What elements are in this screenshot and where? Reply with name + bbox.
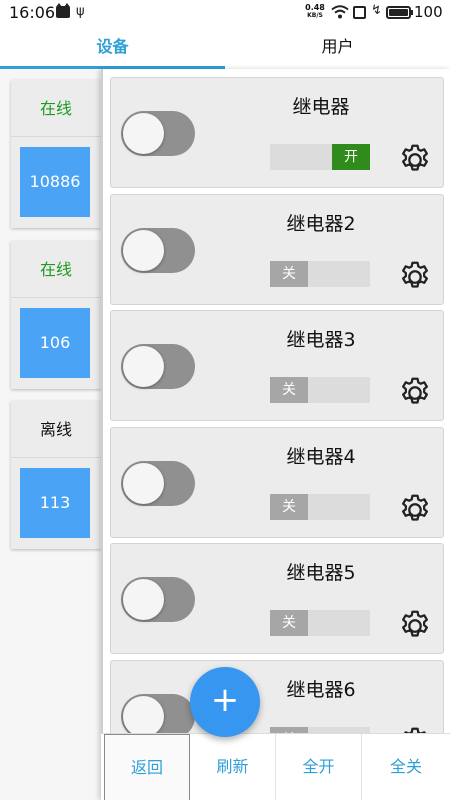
status-time: 16:06 bbox=[9, 3, 56, 22]
relay-card: 继电器3 关 bbox=[110, 310, 444, 421]
relay-state-indicator: 关 bbox=[270, 610, 370, 636]
network-speed-unit: KB/S bbox=[307, 12, 323, 19]
gear-icon[interactable] bbox=[397, 608, 433, 644]
relay-state-indicator: 关 bbox=[270, 261, 370, 287]
tab-users[interactable]: 用户 bbox=[225, 26, 450, 70]
device-id-tile[interactable]: 113 bbox=[20, 468, 90, 538]
device-card[interactable]: 离线 113 bbox=[11, 401, 101, 549]
gear-icon[interactable] bbox=[397, 375, 433, 411]
relay-state-indicator: 关 bbox=[270, 494, 370, 520]
battery-level: 100 bbox=[414, 3, 443, 21]
device-status: 在线 bbox=[11, 80, 101, 137]
switch-knob bbox=[123, 113, 164, 154]
network-speed-value: 0.48 bbox=[305, 3, 325, 12]
charging-bolt-icon: ↯ bbox=[371, 3, 382, 18]
tab-bar: 设备 用户 bbox=[0, 26, 450, 70]
tab-devices[interactable]: 设备 bbox=[0, 26, 225, 70]
device-status: 离线 bbox=[11, 401, 101, 458]
switch-knob bbox=[123, 579, 164, 620]
relay-card: 继电器2 关 bbox=[110, 194, 444, 305]
notification-cat-icon bbox=[56, 3, 70, 18]
relay-toggle-switch[interactable] bbox=[121, 577, 195, 622]
relay-toggle-switch[interactable] bbox=[121, 461, 195, 506]
status-bar: 16:06 ψ 0.48 KB/S ↯ 100 bbox=[0, 0, 450, 26]
switch-knob bbox=[123, 463, 164, 504]
relay-state-on: 开 bbox=[332, 144, 370, 170]
refresh-button[interactable]: 刷新 bbox=[190, 734, 276, 800]
relay-card: 继电器4 关 bbox=[110, 427, 444, 538]
battery-tip bbox=[411, 10, 413, 15]
relay-toggle-switch[interactable] bbox=[121, 111, 195, 156]
bottom-button-bar: 返回 刷新 全开 全关 bbox=[101, 733, 450, 800]
gear-icon[interactable] bbox=[397, 492, 433, 528]
relay-state-off: 关 bbox=[270, 261, 308, 287]
device-id-tile[interactable]: 10886 bbox=[20, 147, 90, 217]
all-on-button[interactable]: 全开 bbox=[276, 734, 362, 800]
sim-icon bbox=[353, 6, 366, 19]
all-off-button[interactable]: 全关 bbox=[362, 734, 450, 800]
relay-panel: 继电器 开 继电器2 关 继电器3 关 继电器4 关 继电器5 关 继电器6 bbox=[101, 69, 450, 800]
relay-name: 继电器3 bbox=[286, 329, 356, 351]
switch-knob bbox=[123, 696, 164, 737]
relay-card: 继电器 开 bbox=[110, 77, 444, 188]
relay-state-indicator: 开 bbox=[270, 144, 370, 170]
add-fab-button[interactable]: + bbox=[190, 667, 260, 737]
relay-card: 继电器5 关 bbox=[110, 543, 444, 654]
device-card[interactable]: 在线 106 bbox=[11, 241, 101, 389]
relay-name: 继电器 bbox=[292, 96, 350, 118]
relay-state-off: 关 bbox=[270, 610, 308, 636]
relay-state-off: 关 bbox=[270, 494, 308, 520]
relay-name: 继电器2 bbox=[286, 213, 356, 235]
switch-knob bbox=[123, 346, 164, 387]
gear-icon[interactable] bbox=[397, 142, 433, 178]
switch-knob bbox=[123, 230, 164, 271]
relay-name: 继电器4 bbox=[286, 446, 356, 468]
relay-toggle-switch[interactable] bbox=[121, 228, 195, 273]
gear-icon[interactable] bbox=[397, 259, 433, 295]
network-speed: 0.48 KB/S bbox=[303, 3, 327, 19]
device-card[interactable]: 在线 10886 bbox=[11, 80, 101, 228]
relay-state-off: 关 bbox=[270, 377, 308, 403]
relay-name: 继电器6 bbox=[286, 679, 356, 701]
wifi-icon bbox=[331, 5, 349, 19]
device-status: 在线 bbox=[11, 241, 101, 298]
status-notification-icons: ψ bbox=[56, 3, 85, 19]
relay-name: 继电器5 bbox=[286, 562, 356, 584]
relay-state-indicator: 关 bbox=[270, 377, 370, 403]
back-button[interactable]: 返回 bbox=[104, 734, 190, 800]
device-id-tile[interactable]: 106 bbox=[20, 308, 90, 378]
battery-icon bbox=[386, 6, 411, 19]
relay-toggle-switch[interactable] bbox=[121, 344, 195, 389]
usb-icon: ψ bbox=[76, 4, 85, 19]
